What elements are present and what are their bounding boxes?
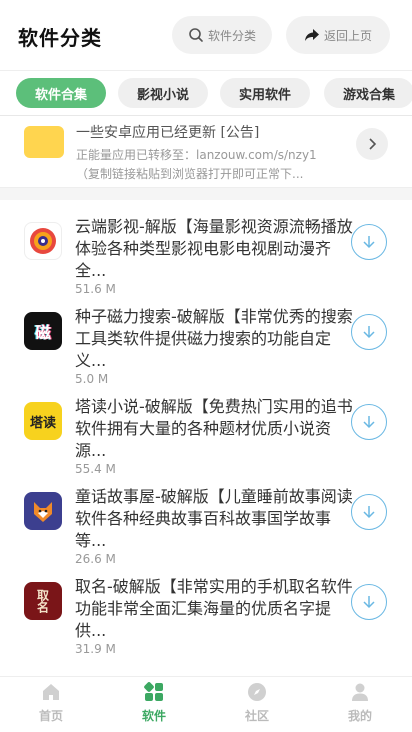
list-item[interactable]: 取名 取名-破解版【非常实用的手机取名软件功能非常全面汇集海量的优质名字提供..… <box>0 574 412 664</box>
search-button-label: 软件分类 <box>207 28 256 43</box>
download-icon <box>363 236 375 249</box>
download-button[interactable] <box>351 584 387 620</box>
apps-icon <box>144 682 163 701</box>
tab-game-collection[interactable]: 游戏合集 <box>324 78 412 108</box>
nav-home[interactable]: 首页 <box>11 681 91 731</box>
nav-label: 社区 <box>244 709 269 723</box>
app-icon-text: 磁 <box>34 323 51 342</box>
share-arrow-icon <box>304 29 319 41</box>
app-title: 塔读小说-破解版【免费热门实用的追书软件拥有大量的各种题材优质小说资源... <box>75 397 353 460</box>
chevron-right-icon <box>369 138 377 150</box>
nav-profile[interactable]: 我的 <box>320 681 400 731</box>
bottom-nav: 首页 软件 社区 我的 <box>0 676 412 732</box>
notice-line-1: 正能量应用已转移至：lanzouw.com/s/nzy1 <box>76 148 317 162</box>
app-header: 软件分类 软件分类 返回上页 <box>0 0 412 70</box>
notice-line-2: （复制链接粘贴到浏览器打开即可正常下... <box>76 167 304 181</box>
user-icon <box>352 683 368 701</box>
nav-label: 软件 <box>141 709 166 723</box>
tab-video-novel[interactable]: 影视小说 <box>118 78 208 108</box>
app-title: 种子磁力搜索-破解版【非常优秀的搜索工具类软件提供磁力搜索的功能自定义... <box>75 307 353 370</box>
search-button[interactable]: 软件分类 <box>172 16 272 54</box>
page-title: 软件分类 <box>18 26 102 50</box>
back-button-label: 返回上页 <box>323 28 372 43</box>
app-icon-fox-story <box>24 492 62 530</box>
content-area: 一些安卓应用已经更新 [公告] 正能量应用已转移至：lanzouw.com/s/… <box>0 116 412 676</box>
back-button[interactable]: 返回上页 <box>286 16 390 54</box>
notice-arrow-button[interactable] <box>356 128 388 160</box>
tab-software-collection[interactable]: 软件合集 <box>16 78 106 108</box>
search-icon <box>189 28 203 42</box>
app-size: 26.6 M <box>75 552 116 566</box>
tab-utility-software[interactable]: 实用软件 <box>220 78 310 108</box>
download-icon <box>363 596 375 609</box>
app-list: 云端影视-解版【海量影视资源流畅播放体验各种类型影视电影电视剧动漫齐全... 5… <box>0 200 412 676</box>
download-icon <box>363 506 375 519</box>
app-size: 51.6 M <box>75 282 116 296</box>
app-icon-text: 取名 <box>35 589 50 613</box>
nav-label: 首页 <box>38 709 63 723</box>
list-item[interactable]: 塔读 塔读小说-破解版【免费热门实用的追书软件拥有大量的各种题材优质小说资源..… <box>0 394 412 484</box>
app-icon-tadu: 塔读 <box>24 402 62 440</box>
app-size: 31.9 M <box>75 642 116 656</box>
download-button[interactable] <box>351 314 387 350</box>
list-item[interactable]: 云端影视-解版【海量影视资源流畅播放体验各种类型影视电影电视剧动漫齐全... 5… <box>0 214 412 304</box>
home-icon <box>43 684 59 700</box>
app-size: 55.4 M <box>75 462 116 476</box>
app-icon-cili: 磁 <box>24 312 62 350</box>
list-item[interactable]: 磁 种子磁力搜索-破解版【非常优秀的搜索工具类软件提供磁力搜索的功能自定义...… <box>0 304 412 394</box>
download-button[interactable] <box>351 404 387 440</box>
nav-community[interactable]: 社区 <box>217 681 297 731</box>
compass-icon <box>248 683 266 701</box>
nav-label: 我的 <box>347 709 372 723</box>
category-tabs: 软件合集 影视小说 实用软件 游戏合集 <box>0 70 412 116</box>
download-icon <box>363 326 375 339</box>
notice-card[interactable]: 一些安卓应用已经更新 [公告] 正能量应用已转移至：lanzouw.com/s/… <box>0 116 412 188</box>
nav-software[interactable]: 软件 <box>114 681 194 731</box>
download-button[interactable] <box>351 494 387 530</box>
download-icon <box>363 416 375 429</box>
list-item[interactable]: 童话故事屋-破解版【儿童睡前故事阅读软件各种经典故事百科故事国学故事等... 2… <box>0 484 412 574</box>
app-icon-text: 塔读 <box>29 415 56 431</box>
download-button[interactable] <box>351 224 387 260</box>
app-title: 云端影视-解版【海量影视资源流畅播放体验各种类型影视电影电视剧动漫齐全... <box>75 217 353 280</box>
app-title: 童话故事屋-破解版【儿童睡前故事阅读软件各种经典故事百科故事国学故事等... <box>75 487 353 550</box>
app-title: 取名-破解版【非常实用的手机取名软件功能非常全面汇集海量的优质名字提供... <box>75 577 353 640</box>
notice-title: 一些安卓应用已经更新 [公告] <box>76 125 260 138</box>
notice-icon <box>24 126 64 158</box>
app-icon-yunduan <box>24 222 62 260</box>
app-size: 5.0 M <box>75 372 109 386</box>
app-icon-quming: 取名 <box>24 582 62 620</box>
